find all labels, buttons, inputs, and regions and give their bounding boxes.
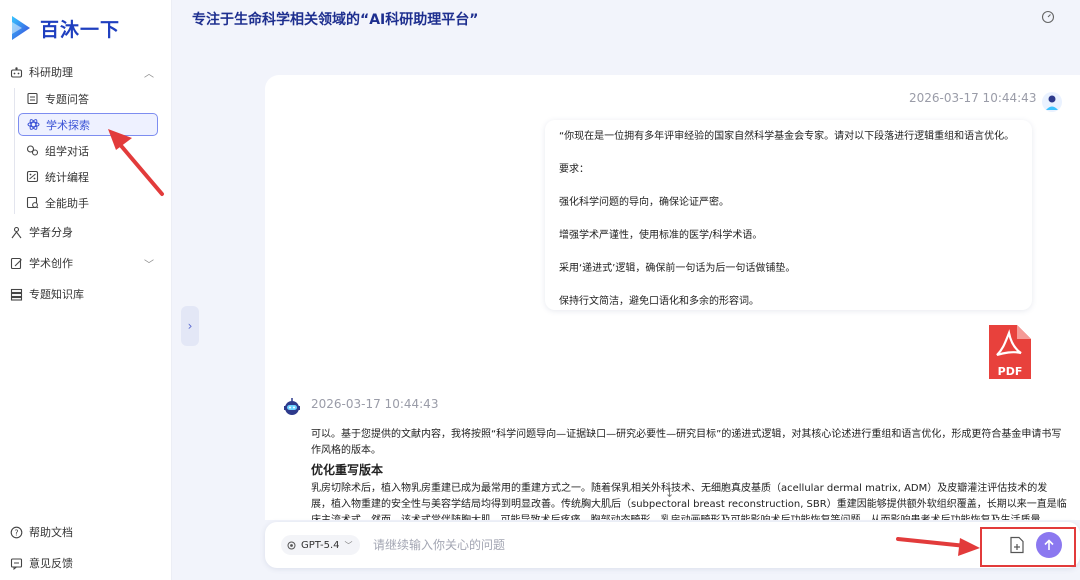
- scroll-down-icon[interactable]: ↓: [665, 487, 674, 500]
- feedback-label: 意见反馈: [29, 557, 73, 570]
- expand-sidebar-button[interactable]: ›: [181, 306, 199, 346]
- academic-explore-icon: [27, 119, 40, 130]
- assistant-message: 可以。基于您提供的文献内容，我将按照“科学问题导向—证据缺口—研究必要性—研究目…: [311, 427, 1067, 520]
- academic-writing-icon: [10, 257, 22, 269]
- svg-text:?: ?: [14, 528, 18, 537]
- model-select-value: GPT-5.4: [301, 539, 340, 551]
- input-bar: GPT-5.4 ﹀: [265, 522, 1080, 568]
- nav-group-label: 科研助理: [29, 66, 73, 79]
- assistant-body: 乳房切除术后，植入物乳房重建已成为最常用的重建方式之一。随着保乳相关外科技术、无…: [311, 483, 1067, 520]
- model-select[interactable]: GPT-5.4 ﹀: [281, 535, 361, 555]
- user-avatar-icon: [1042, 92, 1062, 112]
- assistant-heading: 优化重写版本: [311, 463, 384, 477]
- user-message-paragraph: 采用‘递进式’逻辑，确保前一句话为后一句话做铺垫。: [559, 263, 796, 274]
- sidebar-item-all-round-assistant[interactable]: 全能助手: [18, 191, 158, 214]
- assistant-message-timestamp: 2026-03-17 10:44:43: [311, 397, 439, 411]
- user-message-paragraph: 强化科学问题的导向，确保论证严密。: [559, 197, 729, 208]
- sidebar-item-omics-chat[interactable]: 组学对话: [18, 139, 158, 162]
- feedback-icon: [10, 557, 23, 570]
- stats-programming-icon: [26, 170, 39, 183]
- research-assistant-icon: [10, 66, 23, 78]
- highlight-box: [980, 527, 1076, 567]
- user-message-bubble: “你现在是一位拥有多年评审经验的国家自然科学基金会专家。请对以下段落进行逻辑重组…: [545, 120, 1032, 310]
- feedback-link[interactable]: 意见反馈: [10, 555, 73, 571]
- sidebar-item-label: 全能助手: [45, 196, 89, 210]
- nav-group-label: 专题知识库: [29, 288, 84, 301]
- model-icon: [287, 541, 296, 549]
- sidebar-item-label: 专题问答: [45, 92, 89, 106]
- assistant-intro: 可以。基于您提供的文献内容，我将按照“科学问题导向—证据缺口—研究必要性—研究目…: [311, 429, 1062, 456]
- sidebar: 百沐一下 科研助理 ︿ 专题问答 学术探索 组学对话 统计编程 全能助手 学者分…: [0, 0, 172, 580]
- sidebar-item-label: 统计编程: [45, 170, 89, 184]
- header: 专注于生命科学相关领域的“AI科研助理平台”: [172, 0, 1080, 40]
- logo-icon: [12, 16, 30, 40]
- user-message-timestamp: 2026-03-17 10:44:43: [909, 91, 1037, 105]
- knowledge-base-icon: [10, 288, 23, 301]
- scholar-avatar-icon: [11, 226, 22, 238]
- user-message-paragraph: 保持行文简洁，避免口语化和多余的形容词。: [559, 296, 759, 307]
- chevron-up-icon[interactable]: ︿: [144, 65, 154, 80]
- help-icon: ?: [10, 526, 23, 538]
- nav-group-label: 学者分身: [29, 226, 73, 239]
- all-round-assistant-icon: [26, 196, 39, 209]
- help-docs-label: 帮助文档: [29, 526, 73, 539]
- user-message-paragraph: 增强学术严谨性，使用标准的医学/科学术语。: [559, 230, 763, 241]
- sidebar-item-label: 学术探索: [46, 118, 90, 132]
- user-message-paragraph: 要求：: [559, 164, 589, 175]
- topic-qa-icon: [27, 92, 38, 105]
- chevron-right-icon: ›: [187, 319, 193, 333]
- omics-chat-icon: [26, 145, 39, 156]
- sidebar-item-topic-qa[interactable]: 专题问答: [18, 87, 158, 110]
- sidebar-item-label: 组学对话: [45, 144, 89, 158]
- nav-group-research-assistant[interactable]: 科研助理 ︿: [10, 64, 154, 80]
- sidebar-item-stats-programming[interactable]: 统计编程: [18, 165, 158, 188]
- subnav-line: [14, 88, 15, 214]
- sidebar-item-academic-explore[interactable]: 学术探索: [18, 113, 158, 136]
- pdf-label: PDF: [998, 365, 1023, 378]
- chevron-down-icon: ﹀: [344, 540, 353, 550]
- assistant-avatar-icon: [284, 398, 300, 415]
- nav-group-scholar-avatar[interactable]: 学者分身: [10, 224, 73, 240]
- dashboard-icon[interactable]: [1041, 10, 1055, 24]
- user-message-paragraph: “你现在是一位拥有多年评审经验的国家自然科学基金会专家。请对以下段落进行逻辑重组…: [559, 131, 1015, 142]
- chevron-down-icon[interactable]: ﹀: [144, 256, 154, 271]
- chat-input[interactable]: [373, 534, 933, 556]
- nav-group-academic-writing[interactable]: 学术创作 ﹀: [10, 255, 154, 271]
- nav-group-label: 学术创作: [29, 257, 73, 270]
- nav-group-knowledge-base[interactable]: 专题知识库: [10, 286, 84, 302]
- app-logo[interactable]: 百沐一下: [10, 14, 120, 42]
- pdf-file-icon[interactable]: PDF: [985, 323, 1033, 381]
- app-name: 百沐一下: [40, 18, 121, 41]
- page-title: 专注于生命科学相关领域的“AI科研助理平台”: [192, 12, 479, 28]
- help-docs-link[interactable]: ? 帮助文档: [10, 524, 73, 540]
- chat-area: 2026-03-17 10:44:43 “你现在是一位拥有多年评审经验的国家自然…: [265, 75, 1080, 520]
